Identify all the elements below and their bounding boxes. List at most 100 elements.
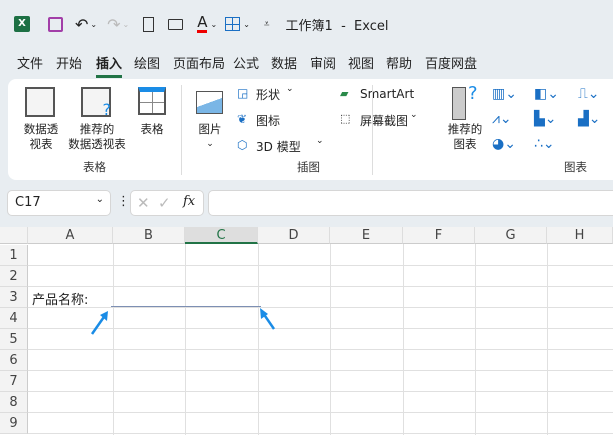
tab-data[interactable]: 数据 xyxy=(271,53,297,72)
column-header-g[interactable]: G xyxy=(475,227,547,244)
row-header-2[interactable]: 2 xyxy=(0,266,28,287)
group-label-tables: 表格 xyxy=(83,160,106,174)
quick-access-toolbar: X ↶ ⌄ ↷ ⌄ A ⌄ ⌄ ⩡ 工作簿1 - Excel xyxy=(14,12,388,36)
column-header-b[interactable]: B xyxy=(113,227,185,244)
customize-toolbar-icon[interactable]: ⩡ xyxy=(264,19,270,30)
font-color-icon[interactable]: A xyxy=(197,15,208,33)
pivot-table-button[interactable]: 数据透 视表 xyxy=(16,122,66,152)
row-header-9[interactable]: 9 xyxy=(0,413,28,434)
ribbon: 数据透 视表 ? 推荐的 数据透视表 表格 表格 图片 ⌄ ◲ 形状 ⌄ ❦ 图… xyxy=(8,79,613,180)
row-header-7[interactable]: 7 xyxy=(0,371,28,392)
scatter-chart-icon[interactable]: ∴⌄ xyxy=(534,136,555,152)
tab-baidu-netdisk[interactable]: 百度网盘 xyxy=(425,53,477,72)
column-header-a[interactable]: A xyxy=(28,227,113,244)
tab-view[interactable]: 视图 xyxy=(348,53,374,72)
gridline xyxy=(28,265,613,266)
insert-function-icon[interactable]: fx xyxy=(183,194,195,209)
tab-insert[interactable]: 插入 xyxy=(96,53,123,78)
picture-button[interactable]: 图片 xyxy=(193,122,227,137)
column-header-e[interactable]: E xyxy=(330,227,403,244)
row-header-5[interactable]: 5 xyxy=(0,329,28,350)
enter-icon[interactable]: ✓ xyxy=(158,194,171,212)
tab-home[interactable]: 开始 xyxy=(56,53,82,72)
column-header-c[interactable]: C xyxy=(185,227,258,244)
group-separator xyxy=(372,85,373,175)
combo-chart-icon[interactable]: ▟⌄ xyxy=(578,111,601,127)
gridline xyxy=(28,433,613,434)
spreadsheet-grid: A B C D E F G H 1 2 3 4 5 6 7 8 9 产品名称: xyxy=(0,227,613,435)
gridline xyxy=(547,244,548,435)
screenshot-button[interactable]: 屏幕截图 xyxy=(360,112,408,129)
save-icon[interactable] xyxy=(48,16,63,32)
undo-dropdown-icon[interactable]: ⌄ xyxy=(90,20,97,29)
line-chart-icon[interactable]: ⩘⌄ xyxy=(492,111,512,127)
formula-actions: ✕ ✓ fx xyxy=(130,190,204,216)
picture-dropdown-icon[interactable]: ⌄ xyxy=(200,137,220,152)
tab-help[interactable]: 帮助 xyxy=(386,53,412,72)
more-options-icon[interactable]: ⋮ xyxy=(117,194,130,209)
chevron-down-icon[interactable]: ⌄ xyxy=(96,194,104,205)
gridline xyxy=(28,370,613,371)
gridline xyxy=(330,244,331,435)
tab-file[interactable]: 文件 xyxy=(17,53,43,72)
screenshot-dropdown-icon[interactable]: ⌄ xyxy=(410,110,418,120)
table-button[interactable]: 表格 xyxy=(133,122,171,137)
column-header-h[interactable]: H xyxy=(547,227,613,244)
column-header-f[interactable]: F xyxy=(403,227,475,244)
row-header-8[interactable]: 8 xyxy=(0,392,28,413)
redo-icon[interactable]: ↷ xyxy=(107,15,120,34)
gridline xyxy=(28,307,613,308)
smartart-button[interactable]: SmartArt xyxy=(360,87,414,101)
borders-dropdown-icon[interactable]: ⌄ xyxy=(243,20,250,29)
gridline xyxy=(113,244,114,435)
arrow-annotation-icon xyxy=(260,308,276,330)
gridline xyxy=(28,328,613,329)
tab-draw[interactable]: 绘图 xyxy=(134,53,160,72)
recommended-pivot-button[interactable]: 推荐的 数据透视表 xyxy=(63,122,131,152)
tab-review[interactable]: 审阅 xyxy=(310,53,336,72)
tab-formulas[interactable]: 公式 xyxy=(233,53,259,72)
row-header-3[interactable]: 3 xyxy=(0,287,28,308)
new-file-icon[interactable] xyxy=(143,16,155,32)
hierarchy-chart-icon[interactable]: ◧⌄ xyxy=(534,86,559,102)
gridline xyxy=(28,412,613,413)
shapes-dropdown-icon[interactable]: ⌄ xyxy=(286,84,294,94)
borders-icon[interactable] xyxy=(225,17,241,31)
3d-model-button[interactable]: 3D 模型 xyxy=(256,138,301,155)
recommended-pivot-icon: ? xyxy=(81,87,111,119)
gridline xyxy=(28,349,613,350)
gridline xyxy=(28,286,613,287)
pie-chart-icon[interactable]: ◕⌄ xyxy=(492,136,516,152)
icons-button[interactable]: 图标 xyxy=(256,112,280,129)
pivot-table-icon xyxy=(25,87,55,117)
arrow-annotation-icon xyxy=(90,311,108,335)
statistic-chart-icon[interactable]: ▙⌄ xyxy=(534,111,557,127)
waterfall-chart-icon[interactable]: ⎍⌄ xyxy=(578,86,600,102)
shapes-button[interactable]: 形状 xyxy=(256,86,280,103)
column-header-d[interactable]: D xyxy=(258,227,330,244)
shapes-icon: ◲ xyxy=(237,86,249,100)
group-label-charts: 图表 xyxy=(564,160,587,174)
open-folder-icon[interactable] xyxy=(168,18,184,30)
gridline xyxy=(185,244,186,435)
redo-dropdown-icon[interactable]: ⌄ xyxy=(123,20,130,29)
name-box[interactable]: C17 ⌄ xyxy=(7,190,111,216)
cancel-icon[interactable]: ✕ xyxy=(137,194,150,212)
row-header-4[interactable]: 4 xyxy=(0,308,28,329)
gridline xyxy=(28,391,613,392)
tab-page-layout[interactable]: 页面布局 xyxy=(173,53,225,72)
undo-icon[interactable]: ↶ xyxy=(75,15,88,34)
row-header-6[interactable]: 6 xyxy=(0,350,28,371)
formula-input[interactable] xyxy=(208,190,613,216)
row-header-1[interactable]: 1 xyxy=(0,245,28,266)
smartart-icon: ▰ xyxy=(340,87,349,100)
gridline xyxy=(403,244,404,435)
select-all-button[interactable] xyxy=(0,227,28,244)
recommended-charts-button[interactable]: 推荐的 图表 xyxy=(440,122,490,152)
cell-a3[interactable]: 产品名称: xyxy=(32,289,88,308)
3d-model-dropdown-icon[interactable]: ⌄ xyxy=(316,136,324,146)
font-color-dropdown-icon[interactable]: ⌄ xyxy=(210,20,217,29)
column-chart-icon[interactable]: ▥⌄ xyxy=(492,86,517,102)
recommended-charts-icon xyxy=(452,87,466,120)
table-icon xyxy=(138,87,166,115)
